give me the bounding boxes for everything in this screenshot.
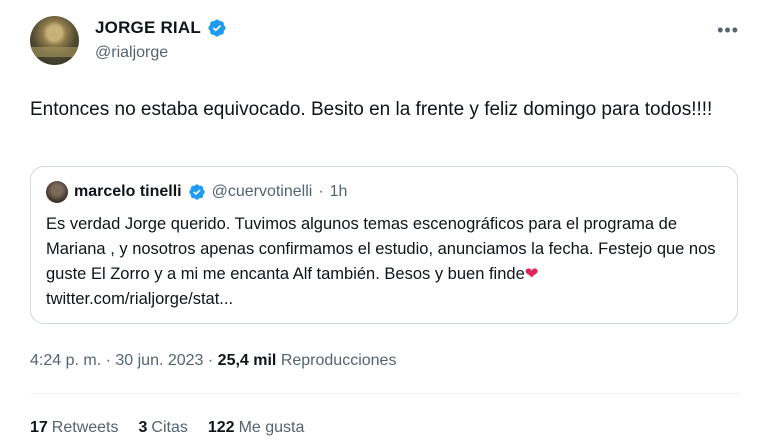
quoted-tweet-text: Es verdad Jorge querido. Tuvimos algunos…	[46, 212, 726, 312]
author-name[interactable]: JORGE RIAL	[95, 18, 201, 38]
quoted-author-handle: @cuervotinelli	[211, 183, 313, 200]
author-name-row[interactable]: JORGE RIAL	[95, 18, 227, 38]
quotes-stat[interactable]: 3 Citas	[139, 419, 188, 437]
more-options-icon[interactable]: •••	[717, 20, 739, 41]
verified-badge-icon	[188, 184, 205, 200]
meta-separator: ·	[203, 352, 218, 369]
quotes-label: Citas	[151, 419, 188, 436]
views-label: Reproducciones	[276, 352, 397, 369]
author-handle[interactable]: @rialjorge	[95, 44, 168, 62]
quoted-tweet[interactable]: marcelo tinelli @cuervotinelli · 1h Es v…	[30, 166, 738, 324]
quoted-author-avatar	[46, 181, 68, 203]
divider	[30, 393, 739, 394]
quotes-count: 3	[138, 419, 148, 436]
likes-count: 122	[207, 419, 235, 436]
quoted-time: 1h	[329, 183, 348, 200]
likes-label: Me gusta	[238, 419, 305, 436]
retweets-label: Retweets	[51, 419, 119, 436]
heart-emoji: ❤	[524, 265, 539, 283]
quoted-link[interactable]: twitter.com/rialjorge/stat...	[46, 290, 233, 308]
quoted-author-name: marcelo tinelli	[74, 183, 182, 200]
tweet-text: Entonces no estaba equivocado. Besito en…	[30, 99, 713, 120]
meta-separator: ·	[101, 352, 116, 369]
quoted-tweet-header: marcelo tinelli @cuervotinelli · 1h	[46, 181, 347, 203]
retweets-count: 17	[30, 419, 48, 436]
tweet-meta: 4:24 p. m. · 30 jun. 2023 · 25,4 mil Rep…	[30, 352, 396, 370]
quoted-text-body: Es verdad Jorge querido. Tuvimos algunos…	[46, 215, 716, 283]
views-count: 25,4 mil	[217, 352, 277, 369]
quoted-separator: ·	[318, 183, 324, 200]
author-avatar[interactable]	[30, 16, 79, 65]
tweet-time[interactable]: 4:24 p. m.	[30, 352, 101, 369]
likes-stat[interactable]: 122 Me gusta	[208, 419, 305, 437]
tweet-date[interactable]: 30 jun. 2023	[115, 352, 203, 369]
verified-badge-icon	[208, 19, 226, 37]
tweet-stats: 17 Retweets 3 Citas 122 Me gusta	[30, 419, 304, 437]
retweets-stat[interactable]: 17 Retweets	[30, 419, 119, 437]
